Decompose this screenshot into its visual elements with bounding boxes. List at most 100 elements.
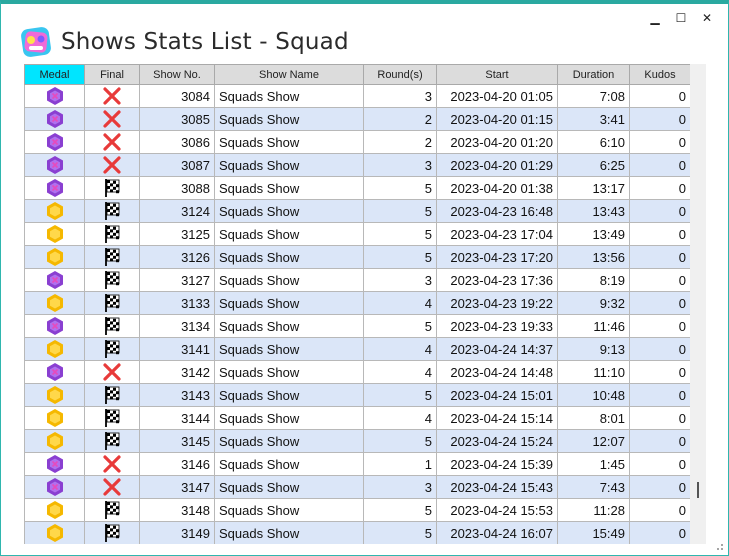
cell-show-name: Squads Show xyxy=(214,498,364,522)
cell-kudos: 0 xyxy=(629,107,691,131)
cell-duration: 9:32 xyxy=(557,291,630,315)
cell-rounds: 3 xyxy=(363,84,437,108)
checkered-flag-icon xyxy=(84,199,140,223)
medal-gold-icon xyxy=(24,429,85,453)
cell-show-no: 3144 xyxy=(139,406,215,430)
minimize-button[interactable]: ▁ xyxy=(642,10,668,26)
column-header-show-no[interactable]: Show No. xyxy=(139,64,215,85)
cell-start: 2023-04-20 01:38 xyxy=(436,176,558,200)
cell-rounds: 3 xyxy=(363,153,437,177)
cell-show-no: 3149 xyxy=(139,521,215,544)
column-header-rounds[interactable]: Round(s) xyxy=(363,64,437,85)
column-header-final[interactable]: Final xyxy=(84,64,140,85)
cell-rounds: 5 xyxy=(363,314,437,338)
cell-start: 2023-04-24 15:43 xyxy=(436,475,558,499)
cell-show-no: 3143 xyxy=(139,383,215,407)
cell-duration: 13:43 xyxy=(557,199,630,223)
table-row[interactable]: 3087 Squads Show 3 2023-04-20 01:29 6:25 0 xyxy=(24,153,691,177)
table-row[interactable]: 3127 Squads Show 3 2023-04-23 17:36 8:19 0 xyxy=(24,268,691,292)
eliminated-x-icon xyxy=(84,84,140,108)
cell-show-no: 3148 xyxy=(139,498,215,522)
column-header-show-name[interactable]: Show Name xyxy=(214,64,364,85)
table-row[interactable]: 3133 Squads Show 4 2023-04-23 19:22 9:32 0 xyxy=(24,291,691,315)
cell-show-name: Squads Show xyxy=(214,475,364,499)
column-header-kudos[interactable]: Kudos xyxy=(629,64,691,85)
column-header-duration[interactable]: Duration xyxy=(557,64,630,85)
table-row[interactable]: 3126 Squads Show 5 2023-04-23 17:20 13:56 0 xyxy=(24,245,691,269)
cell-kudos: 0 xyxy=(629,222,691,246)
cell-start: 2023-04-24 15:14 xyxy=(436,406,558,430)
table-row[interactable]: 3124 Squads Show 5 2023-04-23 16:48 13:43 0 xyxy=(24,199,691,223)
cell-show-name: Squads Show xyxy=(214,222,364,246)
cell-duration: 7:08 xyxy=(557,84,630,108)
table-row[interactable]: 3147 Squads Show 3 2023-04-24 15:43 7:43 0 xyxy=(24,475,691,499)
cell-show-name: Squads Show xyxy=(214,245,364,269)
cell-show-name: Squads Show xyxy=(214,130,364,154)
vertical-scrollbar[interactable] xyxy=(690,64,706,544)
table-row[interactable]: 3134 Squads Show 5 2023-04-23 19:33 11:46 0 xyxy=(24,314,691,338)
table-row[interactable]: 3125 Squads Show 5 2023-04-23 17:04 13:49 0 xyxy=(24,222,691,246)
close-button[interactable]: ✕ xyxy=(694,10,720,26)
cell-show-name: Squads Show xyxy=(214,107,364,131)
window-controls: ▁ ☐ ✕ xyxy=(642,10,720,26)
cell-show-no: 3141 xyxy=(139,337,215,361)
table-row[interactable]: 3146 Squads Show 1 2023-04-24 15:39 1:45 0 xyxy=(24,452,691,476)
cell-duration: 3:41 xyxy=(557,107,630,131)
title-bar: Shows Stats List - Squad xyxy=(19,22,349,62)
table-row[interactable]: 3143 Squads Show 5 2023-04-24 15:01 10:48 0 xyxy=(24,383,691,407)
cell-rounds: 3 xyxy=(363,475,437,499)
medal-purple-icon xyxy=(24,475,85,499)
cell-kudos: 0 xyxy=(629,521,691,544)
eliminated-x-icon xyxy=(84,475,140,499)
cell-rounds: 1 xyxy=(363,452,437,476)
cell-start: 2023-04-24 15:24 xyxy=(436,429,558,453)
cell-start: 2023-04-24 15:53 xyxy=(436,498,558,522)
cell-start: 2023-04-24 14:48 xyxy=(436,360,558,384)
cell-rounds: 2 xyxy=(363,130,437,154)
table-row[interactable]: 3149 Squads Show 5 2023-04-24 16:07 15:49 0 xyxy=(24,521,691,544)
cell-show-name: Squads Show xyxy=(214,314,364,338)
cell-rounds: 5 xyxy=(363,176,437,200)
medal-purple-icon xyxy=(24,176,85,200)
cell-kudos: 0 xyxy=(629,130,691,154)
table-row[interactable]: 3084 Squads Show 3 2023-04-20 01:05 7:08 0 xyxy=(24,84,691,108)
cell-duration: 1:45 xyxy=(557,452,630,476)
column-header-medal[interactable]: Medal xyxy=(24,64,85,85)
shows-table: Medal Final Show No. Show Name Round(s) … xyxy=(24,64,691,544)
column-header-start[interactable]: Start xyxy=(436,64,558,85)
cell-start: 2023-04-20 01:20 xyxy=(436,130,558,154)
eliminated-x-icon xyxy=(84,452,140,476)
table-row[interactable]: 3088 Squads Show 5 2023-04-20 01:38 13:17 0 xyxy=(24,176,691,200)
checkered-flag-icon xyxy=(84,429,140,453)
table-row[interactable]: 3142 Squads Show 4 2023-04-24 14:48 11:10 0 xyxy=(24,360,691,384)
cell-start: 2023-04-20 01:15 xyxy=(436,107,558,131)
cell-kudos: 0 xyxy=(629,84,691,108)
medal-gold-icon xyxy=(24,337,85,361)
cell-kudos: 0 xyxy=(629,498,691,522)
cell-kudos: 0 xyxy=(629,337,691,361)
resize-grip-icon[interactable] xyxy=(714,541,724,551)
scrollbar-thumb[interactable] xyxy=(697,482,699,498)
medal-gold-icon xyxy=(24,222,85,246)
medal-gold-icon xyxy=(24,521,85,544)
table-row[interactable]: 3144 Squads Show 4 2023-04-24 15:14 8:01 0 xyxy=(24,406,691,430)
table-row[interactable]: 3085 Squads Show 2 2023-04-20 01:15 3:41 0 xyxy=(24,107,691,131)
cell-start: 2023-04-23 16:48 xyxy=(436,199,558,223)
cell-rounds: 4 xyxy=(363,291,437,315)
cell-kudos: 0 xyxy=(629,199,691,223)
cell-show-name: Squads Show xyxy=(214,176,364,200)
table-row[interactable]: 3141 Squads Show 4 2023-04-24 14:37 9:13 0 xyxy=(24,337,691,361)
cell-rounds: 5 xyxy=(363,429,437,453)
table-row[interactable]: 3086 Squads Show 2 2023-04-20 01:20 6:10 0 xyxy=(24,130,691,154)
cell-kudos: 0 xyxy=(629,176,691,200)
cell-start: 2023-04-24 15:01 xyxy=(436,383,558,407)
cell-rounds: 5 xyxy=(363,383,437,407)
eliminated-x-icon xyxy=(84,360,140,384)
cell-rounds: 5 xyxy=(363,521,437,544)
cell-show-name: Squads Show xyxy=(214,199,364,223)
table-row[interactable]: 3145 Squads Show 5 2023-04-24 15:24 12:07 0 xyxy=(24,429,691,453)
medal-gold-icon xyxy=(24,498,85,522)
maximize-button[interactable]: ☐ xyxy=(668,10,694,26)
table-row[interactable]: 3148 Squads Show 5 2023-04-24 15:53 11:28 0 xyxy=(24,498,691,522)
cell-duration: 7:43 xyxy=(557,475,630,499)
